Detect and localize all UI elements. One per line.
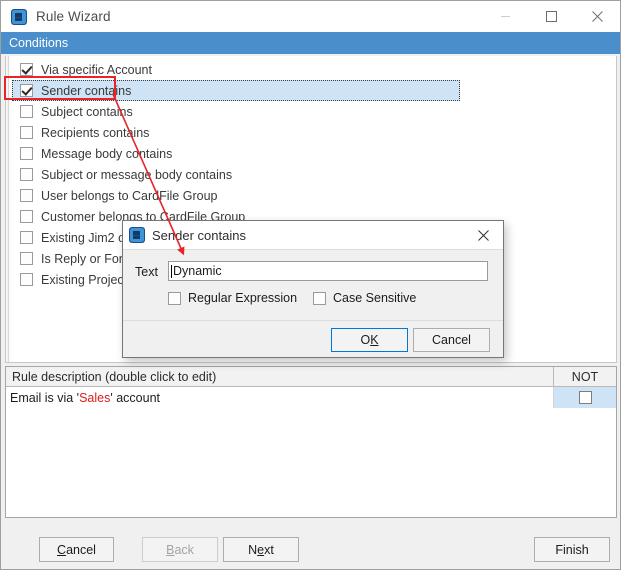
regular-expression-checkbox[interactable]: Regular Expression bbox=[168, 291, 297, 305]
dialog-close-button[interactable] bbox=[463, 221, 503, 249]
back-label-post: ack bbox=[174, 542, 194, 557]
minimize-icon bbox=[500, 16, 510, 17]
minimize-button[interactable] bbox=[482, 1, 528, 32]
condition-label: Subject contains bbox=[41, 104, 133, 119]
condition-checkbox[interactable] bbox=[20, 126, 33, 139]
text-input[interactable]: Dynamic bbox=[168, 261, 488, 281]
next-label-accel: e bbox=[257, 542, 265, 557]
finish-label: Finish bbox=[555, 542, 589, 557]
condition-checkbox[interactable] bbox=[20, 231, 33, 244]
condition-checkbox[interactable] bbox=[20, 189, 33, 202]
next-label-pre: N bbox=[248, 542, 258, 557]
conditions-header-band: Conditions bbox=[1, 32, 620, 54]
column-header-description[interactable]: Rule description (double click to edit) bbox=[6, 367, 554, 386]
regular-expression-label: Regular Expression bbox=[188, 291, 298, 305]
condition-label: Subject or message body contains bbox=[41, 167, 233, 182]
ok-button[interactable]: OK bbox=[331, 328, 408, 352]
jim2-logo-icon bbox=[11, 8, 27, 25]
close-icon bbox=[591, 11, 603, 22]
dialog-title: Sender contains bbox=[152, 227, 246, 243]
dialog-cancel-button[interactable]: Cancel bbox=[413, 328, 490, 352]
close-icon bbox=[477, 229, 489, 241]
case-sensitive-checkbox[interactable]: Case Sensitive bbox=[313, 291, 416, 305]
rule-description-header: Rule description (double click to edit) … bbox=[6, 367, 616, 387]
title-bar: Rule Wizard bbox=[1, 1, 620, 32]
condition-checkbox[interactable] bbox=[20, 147, 33, 160]
dialog-footer: OK Cancel bbox=[123, 320, 503, 357]
text-input-value: Dynamic bbox=[173, 264, 222, 278]
condition-row[interactable]: Sender contains bbox=[12, 80, 460, 101]
next-label-post: xt bbox=[264, 542, 274, 557]
condition-checkbox[interactable] bbox=[20, 84, 33, 97]
condition-checkbox[interactable] bbox=[20, 168, 33, 181]
condition-row[interactable]: User belongs to CardFile Group bbox=[12, 185, 616, 206]
close-button[interactable] bbox=[574, 1, 620, 32]
cancel-label-accel: C bbox=[57, 542, 67, 557]
checkbox-box[interactable] bbox=[313, 291, 326, 305]
window-title: Rule Wizard bbox=[36, 9, 111, 24]
ok-label-pre: O bbox=[360, 333, 371, 347]
maximize-button[interactable] bbox=[528, 1, 574, 32]
rule-text-before: Email is via ' bbox=[10, 390, 80, 405]
condition-row[interactable]: Via specific Account bbox=[12, 59, 616, 80]
rule-text-after: ' account bbox=[110, 390, 160, 405]
case-sensitive-label: Case Sensitive bbox=[333, 291, 417, 305]
rule-wizard-window: Rule Wizard Conditions Via specific Acco… bbox=[0, 0, 621, 570]
condition-row[interactable]: Subject or message body contains bbox=[12, 164, 616, 185]
cancel-button[interactable]: Cancel bbox=[39, 537, 114, 562]
back-button[interactable]: Back bbox=[142, 537, 218, 562]
condition-label: Message body contains bbox=[41, 146, 173, 161]
sender-contains-dialog: Sender contains Text Dynamic Regular Exp… bbox=[122, 220, 504, 358]
back-label-accel: B bbox=[166, 542, 175, 557]
table-row[interactable]: Email is via ' Sales ' account bbox=[6, 387, 616, 408]
dialog-title-bar: Sender contains bbox=[123, 221, 503, 249]
rule-text-quoted: Sales bbox=[79, 390, 111, 405]
condition-checkbox[interactable] bbox=[20, 63, 33, 76]
cancel-label-post: ancel bbox=[66, 542, 96, 557]
dialog-body: Text Dynamic Regular Expression Case Sen… bbox=[123, 249, 503, 320]
column-header-not[interactable]: NOT bbox=[554, 367, 616, 386]
finish-button[interactable]: Finish bbox=[534, 537, 610, 562]
condition-row[interactable]: Message body contains bbox=[12, 143, 616, 164]
dialog-cancel-label: Cancel bbox=[432, 333, 471, 347]
ok-label-accel: K bbox=[370, 333, 379, 347]
text-field-label: Text bbox=[135, 265, 158, 279]
condition-label: Sender contains bbox=[41, 83, 132, 98]
condition-row[interactable]: Subject contains bbox=[12, 101, 616, 122]
jim2-logo-icon bbox=[129, 227, 145, 243]
conditions-header-label: Conditions bbox=[9, 36, 69, 50]
condition-label: Via specific Account bbox=[41, 62, 152, 77]
not-checkbox[interactable] bbox=[578, 391, 592, 404]
checkbox-box[interactable] bbox=[168, 291, 181, 305]
condition-row[interactable]: Recipients contains bbox=[12, 122, 616, 143]
condition-label: User belongs to CardFile Group bbox=[41, 188, 218, 203]
next-button[interactable]: Ne xt bbox=[223, 537, 299, 562]
rule-description-grid[interactable]: Rule description (double click to edit) … bbox=[5, 366, 617, 518]
window-controls bbox=[482, 1, 620, 32]
condition-checkbox[interactable] bbox=[20, 252, 33, 265]
condition-checkbox[interactable] bbox=[20, 105, 33, 118]
condition-label: Recipients contains bbox=[41, 125, 150, 140]
rule-description-cell[interactable]: Email is via ' Sales ' account bbox=[6, 387, 554, 408]
maximize-icon bbox=[545, 11, 557, 22]
not-cell[interactable] bbox=[554, 387, 616, 408]
condition-checkbox[interactable] bbox=[20, 273, 33, 286]
condition-checkbox[interactable] bbox=[20, 210, 33, 223]
